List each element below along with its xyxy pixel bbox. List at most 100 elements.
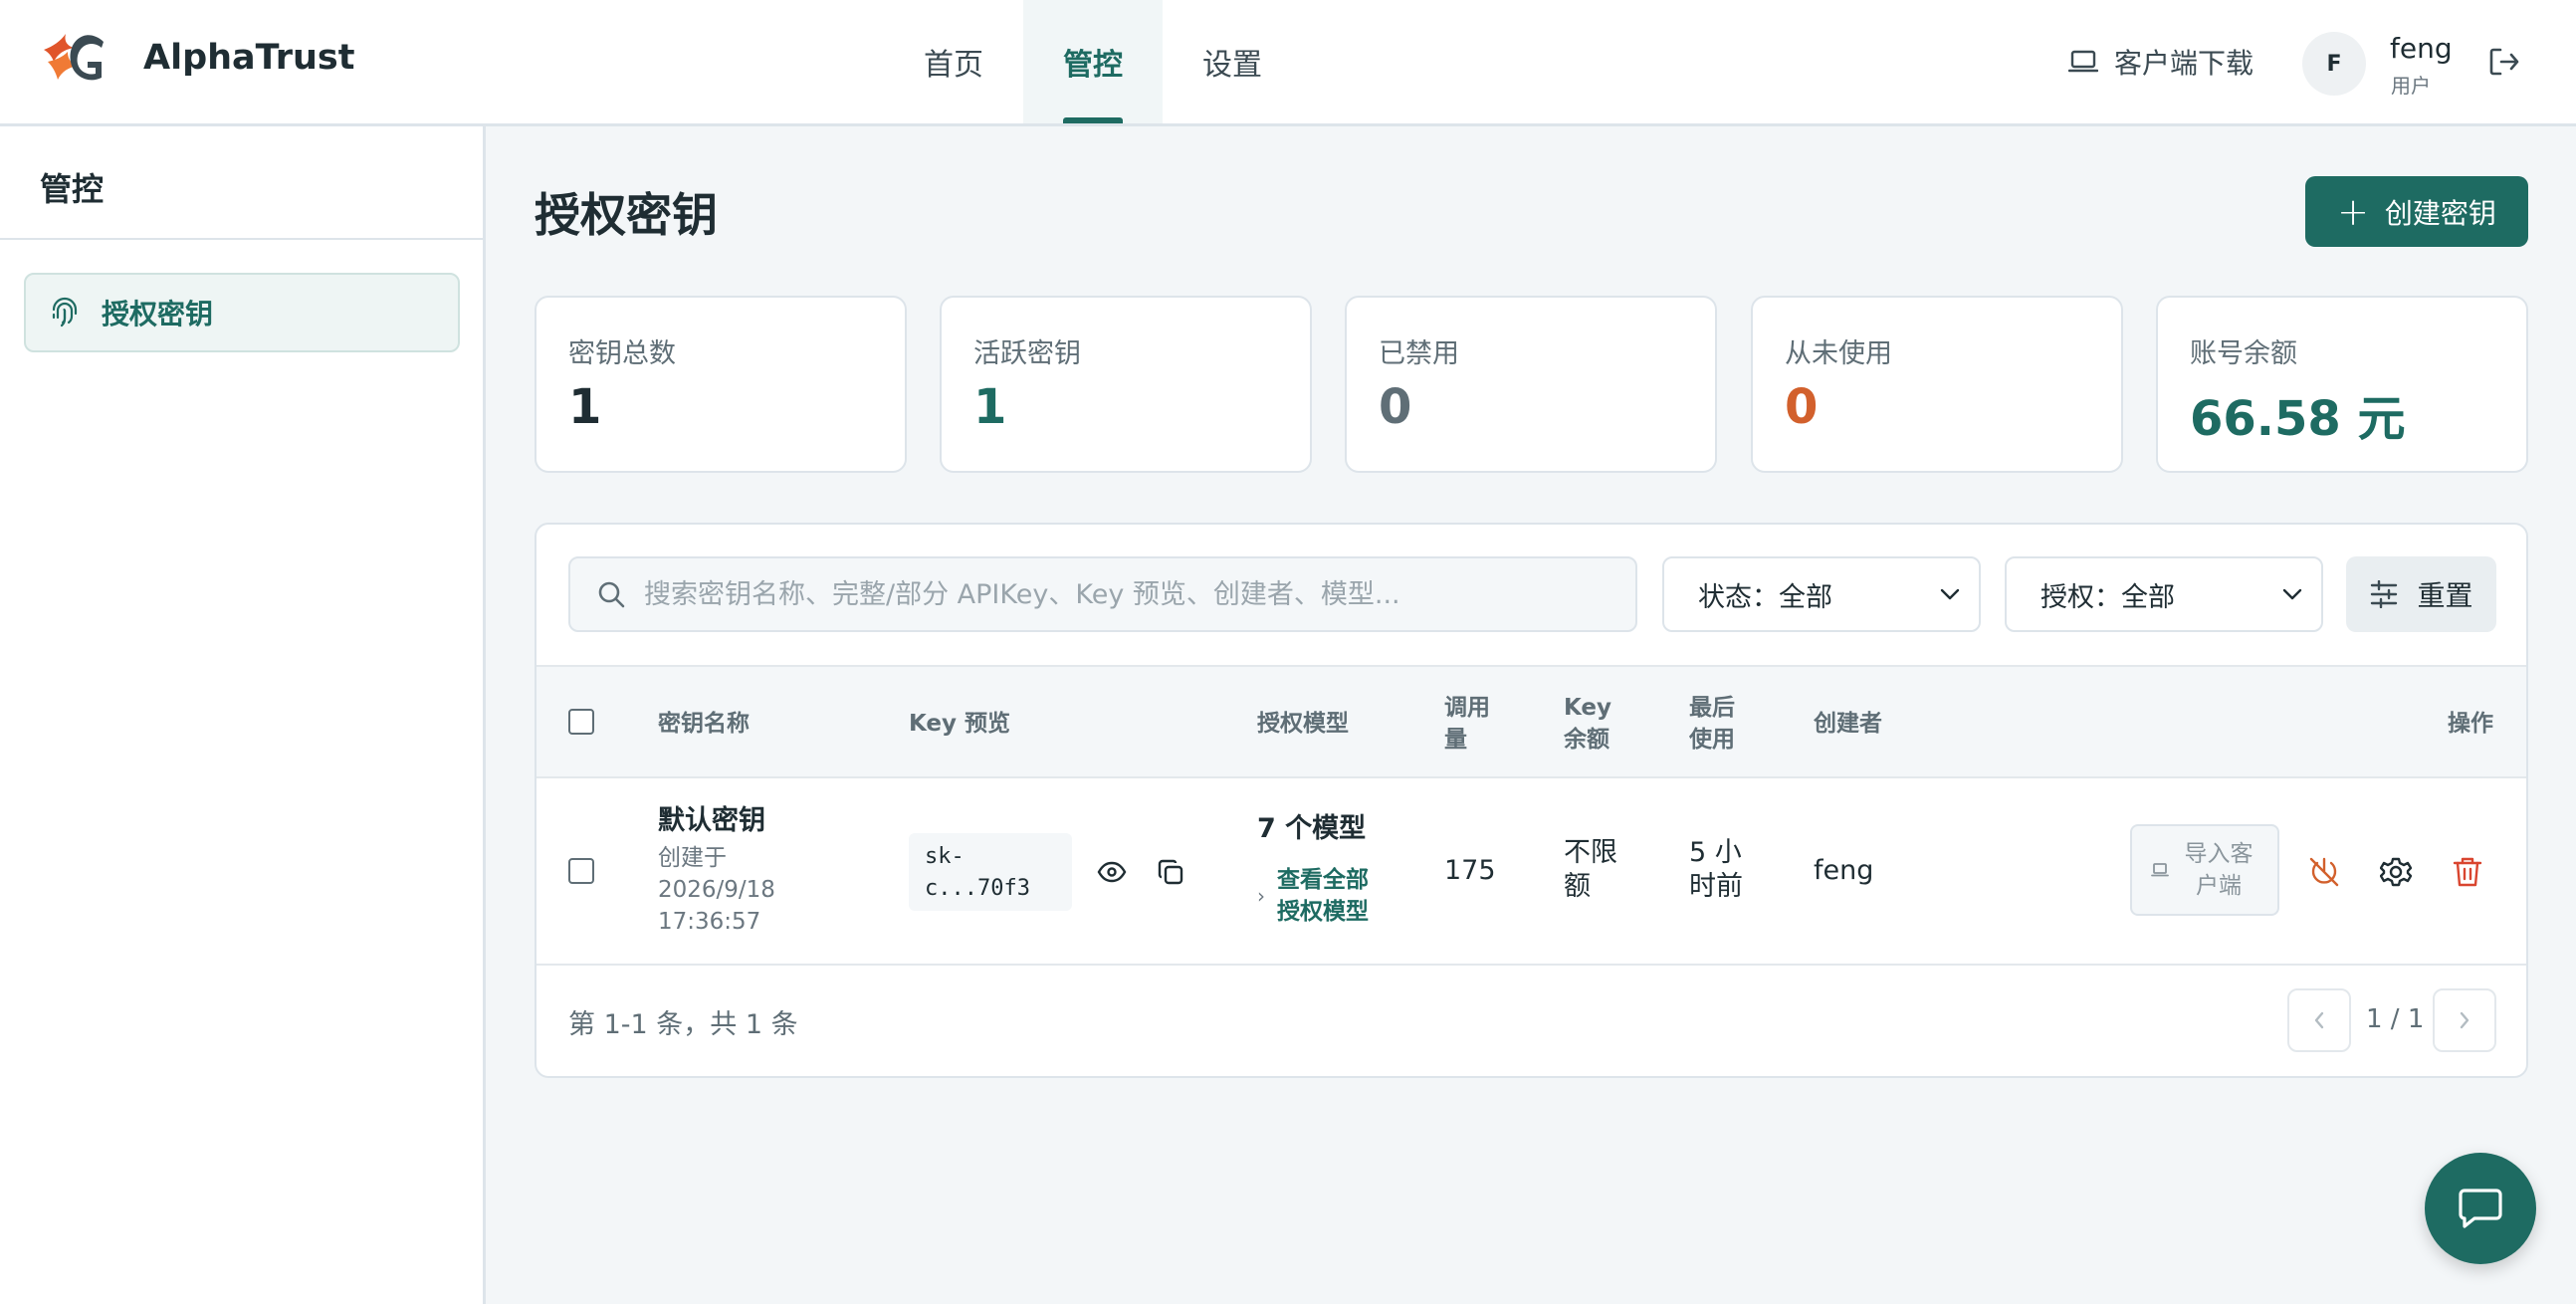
- client-download-link[interactable]: 客户端下载: [2068, 42, 2254, 82]
- sidebar-item-auth-keys[interactable]: 授权密钥: [24, 273, 460, 352]
- key-quota: 不限 额: [1564, 836, 1617, 904]
- column-header-actions: 操作: [2448, 711, 2493, 737]
- create-key-button[interactable]: + 创建密钥: [2305, 176, 2528, 247]
- key-created-line3: 17:36:57: [658, 909, 761, 935]
- view-all-models-label: 查看全部 授权模型: [1277, 864, 1369, 928]
- stat-value: 1: [973, 379, 1007, 435]
- model-count: 7 个模型: [1257, 813, 1367, 844]
- power-off-icon: [2309, 857, 2339, 887]
- sliders-icon: [2371, 580, 2398, 608]
- column-header-last-used-line2: 使用: [1689, 727, 1735, 753]
- brand-name: AlphaTrust: [143, 38, 355, 78]
- row-checkbox[interactable]: [568, 858, 594, 884]
- stat-label: 从未使用: [1785, 338, 1892, 369]
- top-header: AlphaTrust 首页 管控 设置 客户端下载 F feng 用户: [0, 0, 2576, 126]
- client-download-label: 客户端下载: [2114, 47, 2254, 80]
- stat-label: 账号余额: [2190, 338, 2297, 369]
- nav-tab-settings[interactable]: 设置: [1171, 0, 1294, 123]
- nav-active-indicator: [1063, 117, 1123, 123]
- search-input[interactable]: [644, 578, 1600, 610]
- column-header-last-used[interactable]: 最后 使用: [1689, 692, 1735, 756]
- copy-icon: [1158, 859, 1183, 885]
- stat-value: 66.58 元: [2190, 391, 2406, 447]
- column-header-quota-line2: 余额: [1564, 727, 1610, 753]
- create-key-label: 创建密钥: [2384, 196, 2496, 230]
- last-used-line2: 时前: [1689, 871, 1743, 902]
- avatar[interactable]: F: [2302, 32, 2366, 96]
- key-preview: sk- c...70f3: [909, 833, 1072, 911]
- reset-label: 重置: [2417, 579, 2473, 612]
- stat-value: 1: [568, 379, 602, 435]
- delete-key-button[interactable]: [2448, 852, 2487, 892]
- stat-card-never-used: 从未使用 0: [1751, 296, 2123, 473]
- last-used: 5 小 时前: [1689, 836, 1743, 904]
- view-all-models-line1: 查看全部: [1277, 867, 1369, 893]
- sidebar-divider: [0, 238, 483, 240]
- search-icon: [598, 581, 625, 608]
- fingerprint-icon: [52, 297, 78, 327]
- plus-icon: +: [2337, 189, 2369, 234]
- table-header: 密钥名称 Key 预览 授权模型 调用 量 Key 余额 最后 使用 创建者 操…: [537, 665, 2526, 778]
- stat-card-active: 活跃密钥 1: [940, 296, 1312, 473]
- key-created-at: 创建于 2026/9/18 17:36:57: [658, 842, 797, 938]
- sidebar: 管控 授权密钥: [0, 126, 486, 1304]
- column-header-calls-line2: 量: [1444, 727, 1467, 753]
- status-filter-value: 状态：全部: [1698, 581, 1832, 613]
- stat-label: 密钥总数: [568, 338, 676, 369]
- key-name: 默认密钥: [658, 805, 765, 836]
- prev-page-button[interactable]: [2287, 988, 2351, 1052]
- stat-card-total: 密钥总数 1: [535, 296, 907, 473]
- chevron-down-icon: [1940, 588, 1960, 600]
- stat-card-balance: 账号余额 66.58 元: [2156, 296, 2528, 473]
- laptop-icon: [2068, 50, 2098, 73]
- trash-icon: [2453, 857, 2482, 887]
- nav-tab-control[interactable]: 管控: [1023, 0, 1163, 123]
- select-all-checkbox[interactable]: [568, 709, 594, 735]
- eye-icon: [1097, 861, 1127, 883]
- view-all-models-line2: 授权模型: [1277, 899, 1369, 925]
- import-client-line2: 户端: [2196, 873, 2242, 899]
- table-row: 默认密钥 创建于 2026/9/18 17:36:57 sk- c...70f3…: [537, 778, 2526, 966]
- column-header-calls[interactable]: 调用 量: [1444, 692, 1490, 756]
- chat-button[interactable]: [2425, 1153, 2536, 1264]
- stat-label: 活跃密钥: [973, 338, 1081, 369]
- page-title: 授权密钥: [535, 188, 718, 242]
- user-role: 用户: [2391, 74, 2431, 98]
- logout-icon[interactable]: [2486, 44, 2522, 80]
- column-header-preview[interactable]: Key 预览: [909, 708, 1010, 740]
- chevron-down-icon: [2282, 588, 2302, 600]
- nav-tab-home[interactable]: 首页: [892, 0, 1015, 123]
- key-settings-button[interactable]: [2376, 852, 2416, 892]
- auth-filter-select[interactable]: 授权：全部: [2005, 556, 2323, 632]
- reset-button[interactable]: 重置: [2346, 556, 2496, 632]
- call-count: 175: [1444, 855, 1496, 886]
- column-header-creator[interactable]: 创建者: [1814, 708, 1882, 740]
- view-all-models-link[interactable]: › 查看全部 授权模型: [1257, 864, 1369, 928]
- key-quota-line2: 额: [1564, 871, 1591, 902]
- import-client-button[interactable]: 导入客 户端: [2130, 824, 2279, 916]
- sidebar-title: 管控: [40, 170, 105, 208]
- status-filter-select[interactable]: 状态：全部: [1662, 556, 1981, 632]
- column-header-quota-line1: Key: [1564, 695, 1612, 721]
- sidebar-item-label: 授权密钥: [102, 298, 214, 330]
- column-header-quota[interactable]: Key 余额: [1564, 692, 1611, 756]
- import-client-label: 导入客 户端: [2179, 838, 2258, 902]
- search-box[interactable]: [568, 556, 1637, 632]
- column-header-models[interactable]: 授权模型: [1257, 708, 1349, 740]
- chevron-right-icon: ›: [1257, 884, 1265, 908]
- key-created-line1: 创建于: [658, 845, 727, 871]
- chevron-right-icon: [2460, 1011, 2469, 1029]
- alphatrust-logo-icon: [44, 34, 104, 81]
- column-header-name[interactable]: 密钥名称: [658, 708, 750, 740]
- reveal-key-button[interactable]: [1094, 856, 1130, 888]
- chat-bubble-icon: [2459, 1189, 2502, 1228]
- keys-panel: 状态：全部 授权：全部 重置 密钥名称 Key 预览 授权模型 调用 量 Key: [535, 523, 2528, 1078]
- stat-value: 0: [1379, 379, 1412, 435]
- stat-label: 已禁用: [1379, 338, 1459, 369]
- column-header-last-used-line1: 最后: [1689, 695, 1735, 721]
- copy-key-button[interactable]: [1153, 854, 1188, 890]
- disable-key-button[interactable]: [2304, 852, 2344, 892]
- next-page-button[interactable]: [2433, 988, 2496, 1052]
- column-header-calls-line1: 调用: [1444, 695, 1490, 721]
- import-client-line1: 导入客: [2184, 841, 2254, 867]
